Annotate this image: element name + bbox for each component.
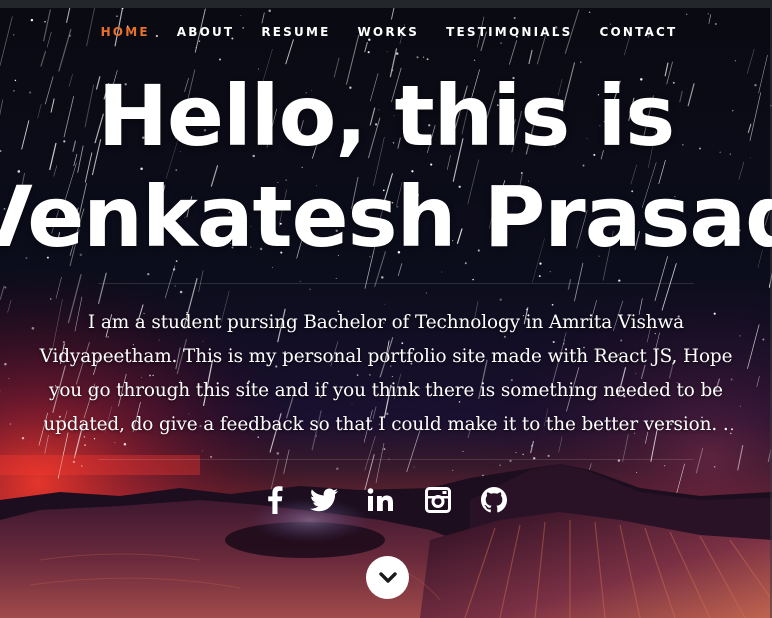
description-line: you go through this site and if you thin…	[49, 380, 723, 401]
window-top-strip	[0, 0, 772, 8]
main-nav: HOME ABOUT RESUME WORKS TESTIMONIALS CON…	[3, 25, 772, 39]
nav-item-testimonials[interactable]: TESTIMONIALS	[446, 25, 572, 39]
twitter-icon[interactable]	[309, 485, 339, 515]
nav-item-contact[interactable]: CONTACT	[599, 25, 677, 39]
linkedin-icon[interactable]	[366, 485, 396, 515]
nav-item-resume[interactable]: RESUME	[261, 25, 330, 39]
github-icon[interactable]	[479, 485, 509, 515]
description-line: I am a student pursing Bachelor of Techn…	[87, 312, 685, 333]
hero-description: I am a student pursing Bachelor of Techn…	[0, 306, 772, 442]
nav-item-about[interactable]: ABOUT	[177, 25, 235, 39]
nav-item-works[interactable]: WORKS	[358, 25, 420, 39]
chevron-down-icon	[378, 571, 397, 583]
scroll-down-button[interactable]	[366, 556, 409, 599]
facebook-icon[interactable]	[260, 485, 290, 515]
description-line: updated, do give a feedback so that I co…	[43, 414, 729, 435]
headline-name: Venkatesh Prasad	[0, 168, 772, 266]
description-line: Vidyapeetham. This is my personal portfo…	[39, 346, 733, 367]
divider-bottom	[98, 459, 694, 460]
social-links	[0, 485, 772, 517]
instagram-icon[interactable]	[423, 485, 453, 515]
divider-top	[98, 283, 694, 284]
nav-item-home[interactable]: HOME	[101, 25, 150, 39]
portfolio-hero-page: HOME ABOUT RESUME WORKS TESTIMONIALS CON…	[0, 0, 772, 618]
headline-greeting: Hello, this is	[97, 67, 676, 165]
